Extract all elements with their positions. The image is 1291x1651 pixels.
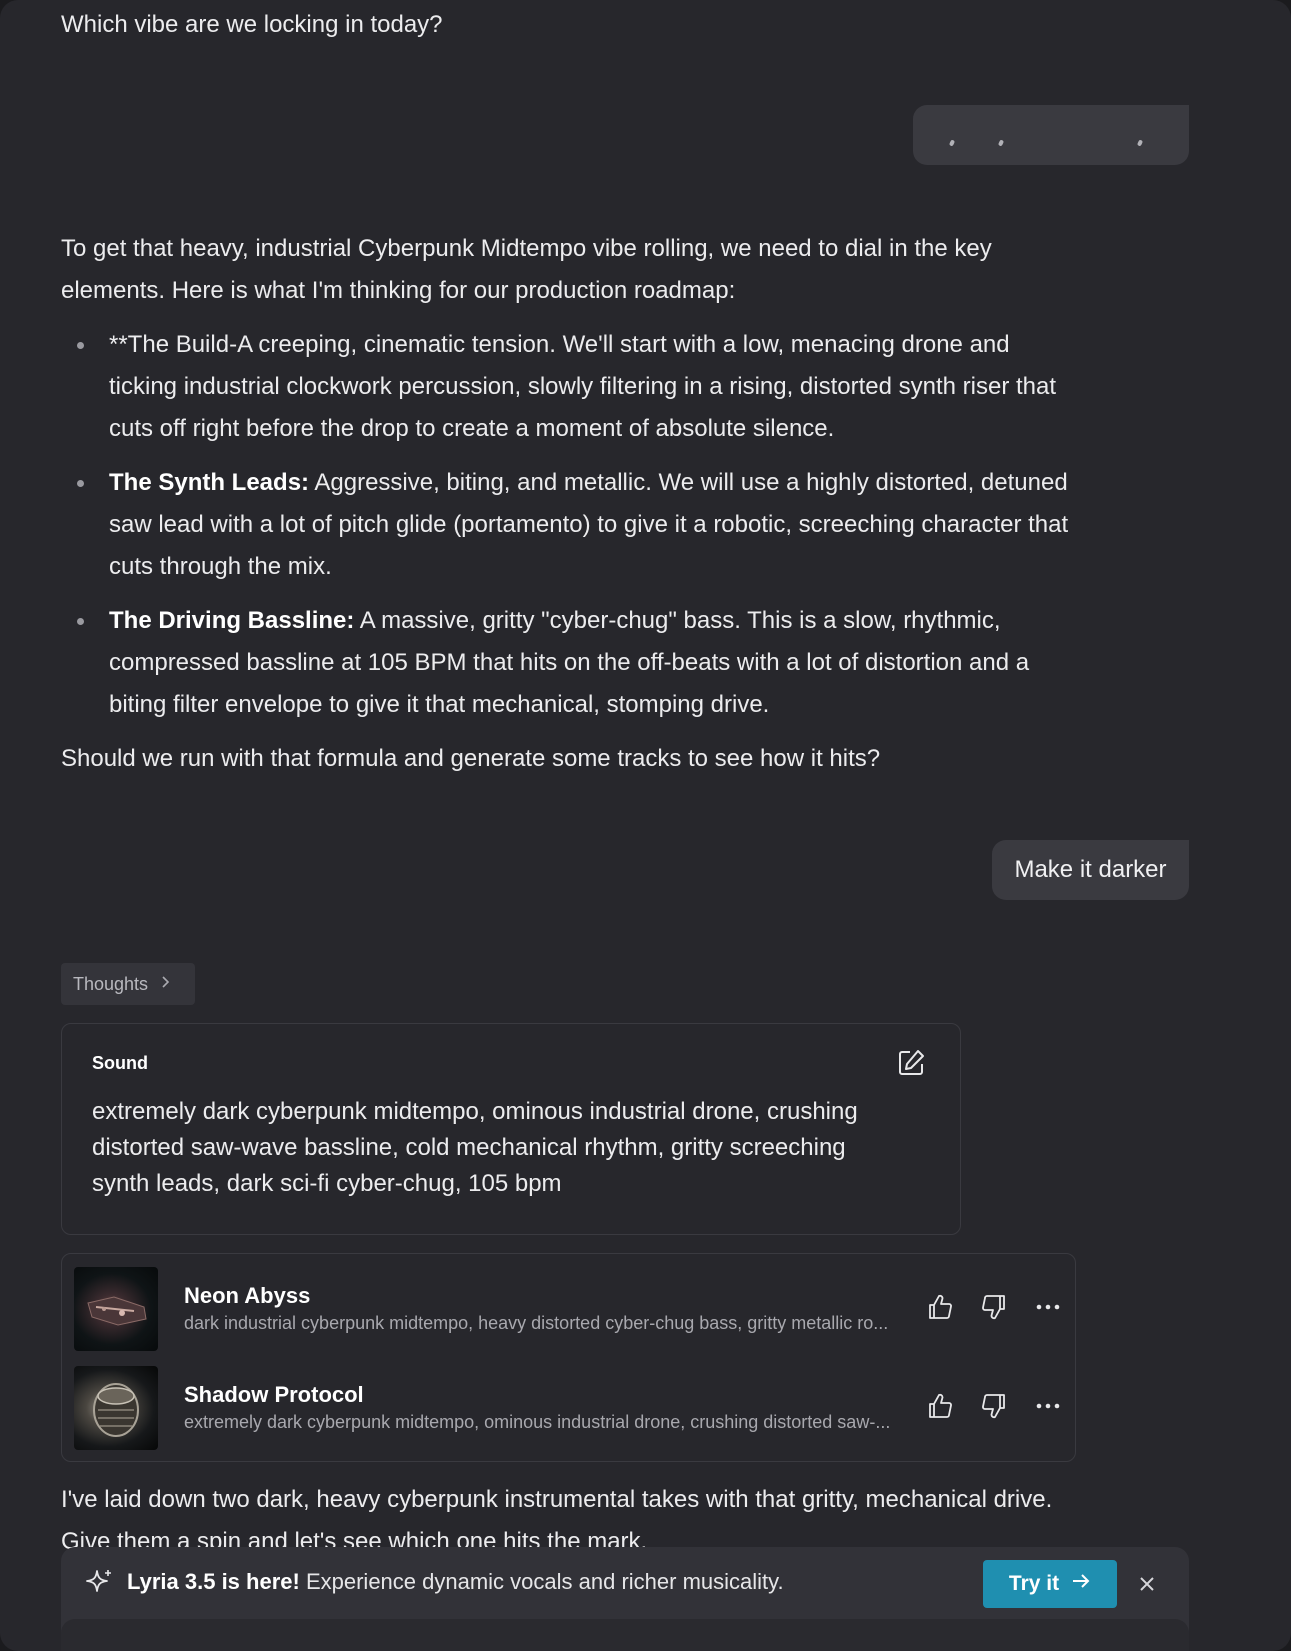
track-actions — [924, 1390, 1064, 1422]
chat-window: Which vibe are we locking in today? To g… — [0, 0, 1291, 1651]
roadmap-intro: To get that heavy, industrial Cyberpunk … — [61, 235, 992, 304]
more-icon[interactable] — [1032, 1291, 1064, 1323]
arrow-right-icon — [1071, 1572, 1091, 1596]
track-description: dark industrial cyberpunk midtempo, heav… — [184, 1313, 889, 1333]
thumbs-up-icon[interactable] — [924, 1291, 956, 1323]
sparkle-icon — [85, 1567, 115, 1597]
track-artwork[interactable] — [74, 1366, 158, 1450]
track-title: Neon Abyss — [184, 1283, 311, 1308]
roadmap-item-text: **The Build-A creeping, cinematic tensio… — [109, 331, 1057, 442]
model-message-intro: Which vibe are we locking in today? — [61, 11, 443, 38]
track-item[interactable]: Shadow Protocol extremely dark cyberpunk… — [74, 1366, 1064, 1450]
roadmap-list: **The Build-A creeping, cinematic tensio… — [61, 324, 1071, 726]
chevron-right-icon — [160, 975, 172, 994]
thumbs-up-icon[interactable] — [924, 1390, 956, 1422]
thumbs-down-icon[interactable] — [978, 1390, 1010, 1422]
user-message: Make it darker — [992, 840, 1189, 900]
more-icon[interactable] — [1032, 1390, 1064, 1422]
roadmap-item-heading: The Driving Bassline: — [109, 607, 355, 634]
model-message-roadmap: To get that heavy, industrial Cyberpunk … — [61, 228, 1071, 780]
thumbs-down-icon[interactable] — [978, 1291, 1010, 1323]
thoughts-label: Thoughts — [73, 973, 149, 994]
roadmap-item: The Driving Bassline: A massive, gritty … — [61, 600, 1071, 726]
try-it-button[interactable]: Try it — [983, 1560, 1117, 1608]
user-message-text: Make it darker — [1014, 856, 1167, 883]
roadmap-closing: Should we run with that formula and gene… — [61, 745, 881, 772]
banner-headline: Lyria 3.5 is here! — [127, 1569, 300, 1594]
roadmap-item: **The Build-A creeping, cinematic tensio… — [61, 324, 1071, 450]
track-item[interactable]: Neon Abyss dark industrial cyberpunk mid… — [74, 1267, 1064, 1351]
user-message-redacted — [913, 105, 1189, 165]
edit-icon[interactable] — [896, 1048, 926, 1078]
try-it-label: Try it — [1008, 1572, 1060, 1595]
track-artwork[interactable] — [74, 1267, 158, 1351]
roadmap-item: The Synth Leads: Aggressive, biting, and… — [61, 462, 1071, 588]
track-title: Shadow Protocol — [184, 1382, 364, 1407]
tracks-list: Neon Abyss dark industrial cyberpunk mid… — [61, 1253, 1076, 1462]
sound-prompt-card: Sound extremely dark cyberpunk midtempo,… — [61, 1023, 961, 1235]
banner-description: Experience dynamic vocals and richer mus… — [299, 1569, 784, 1594]
sound-prompt-text: extremely dark cyberpunk midtempo, omino… — [92, 1098, 858, 1197]
chat-input-area[interactable] — [61, 1619, 1189, 1651]
promo-banner: Lyria 3.5 is here! Experience dynamic vo… — [61, 1547, 1189, 1651]
track-description: extremely dark cyberpunk midtempo, omino… — [184, 1412, 891, 1432]
thoughts-toggle[interactable]: Thoughts — [61, 963, 195, 1005]
track-actions — [924, 1291, 1064, 1323]
close-icon[interactable] — [1133, 1570, 1161, 1598]
sound-card-title: Sound — [92, 1053, 148, 1073]
roadmap-item-heading: The Synth Leads: — [109, 469, 310, 496]
banner-message: Lyria 3.5 is here! Experience dynamic vo… — [127, 1569, 784, 1595]
